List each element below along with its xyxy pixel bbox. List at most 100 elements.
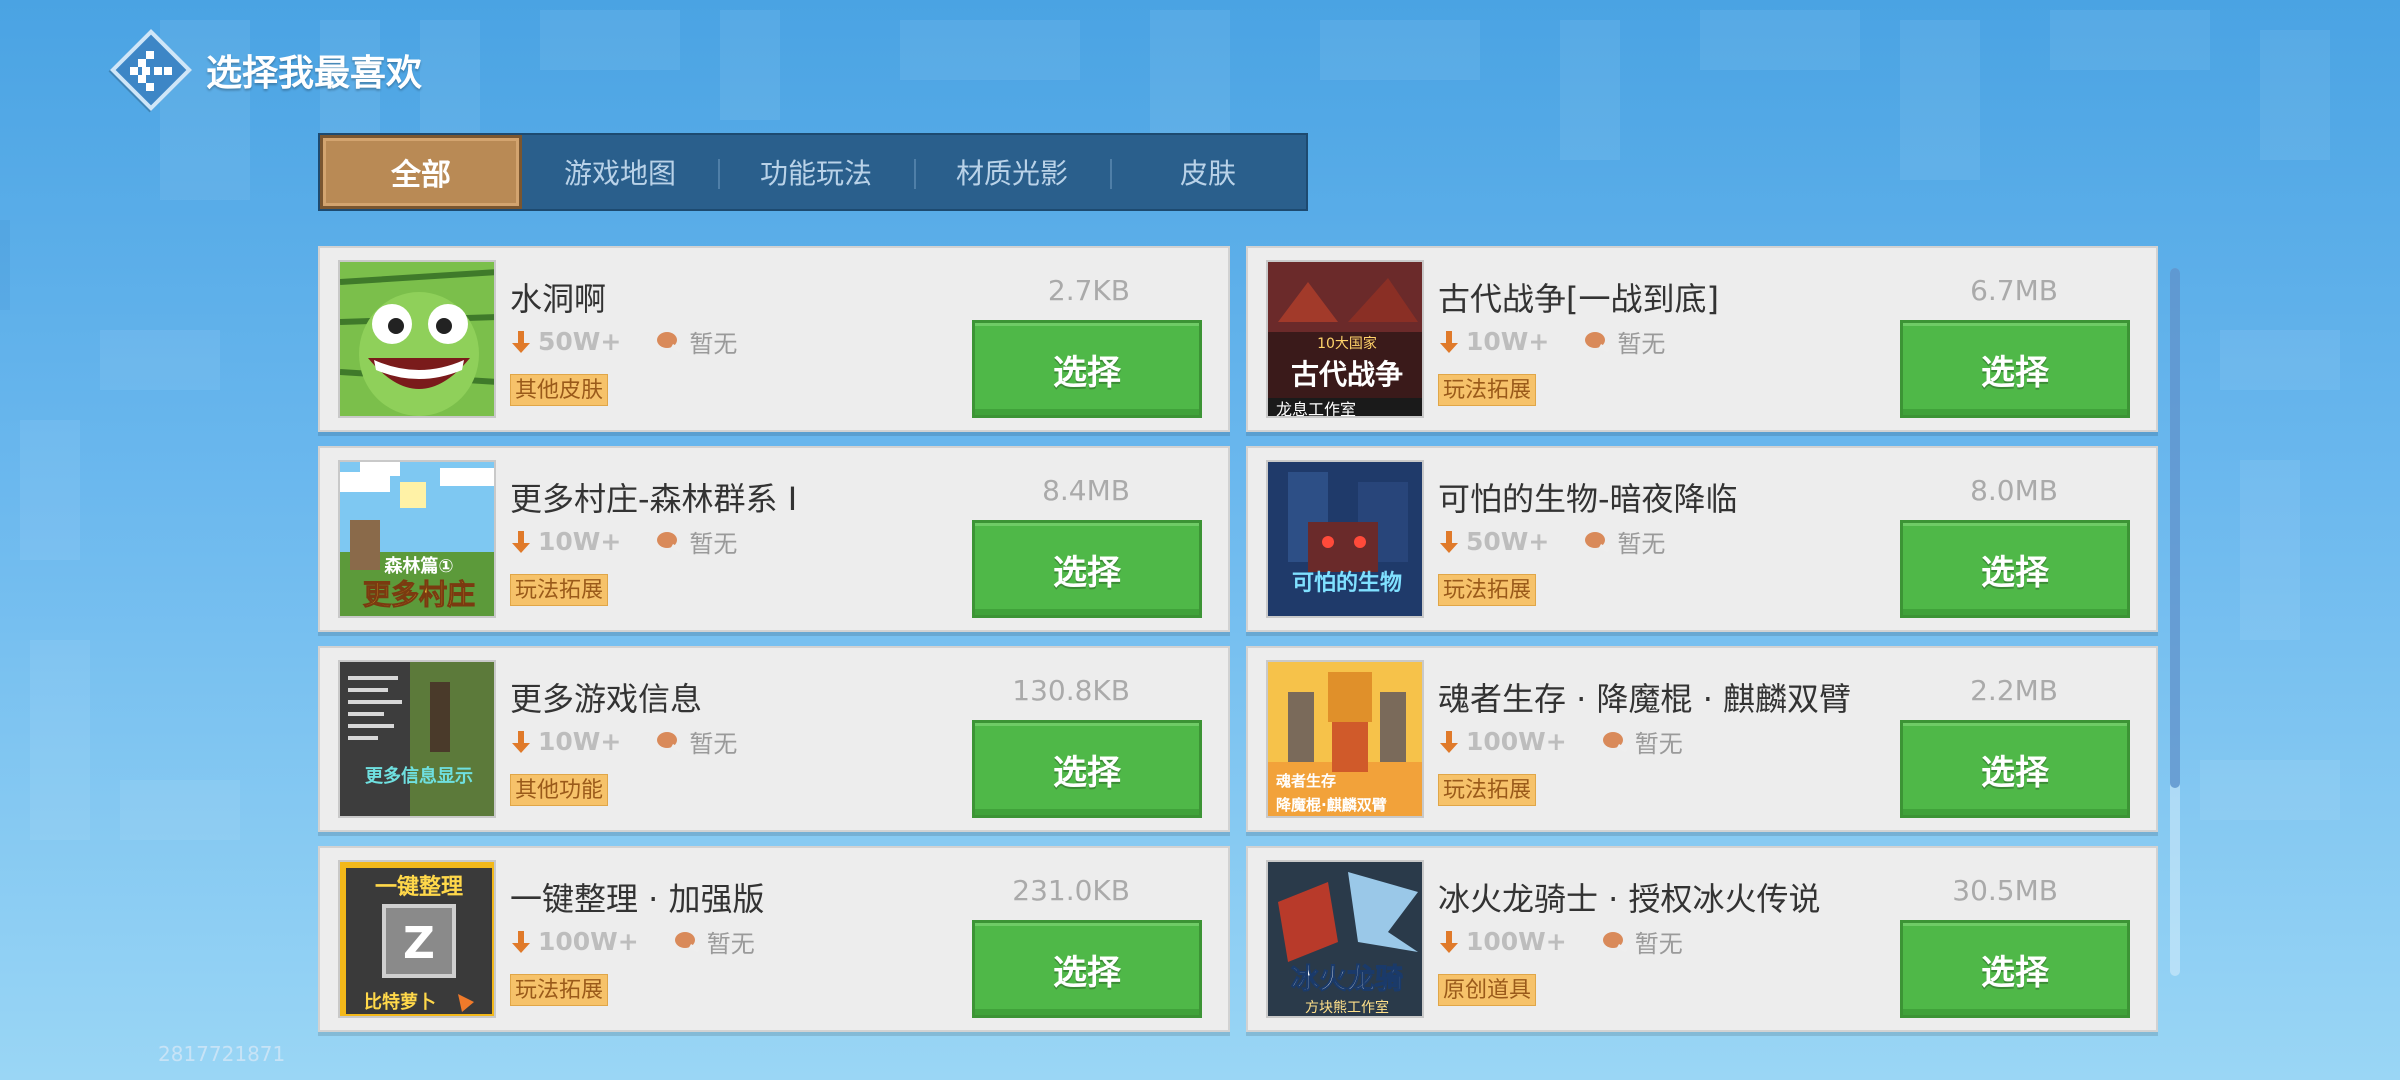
list-item[interactable]: 水洞啊 50W+ 暂无 其他皮肤 2.7KB 选择: [318, 246, 1230, 432]
drumstick-icon: [657, 731, 682, 752]
file-size: 231.0KB: [1012, 874, 1130, 907]
category-tag: 玩法拓展: [510, 974, 609, 1006]
list-item[interactable]: 魂者生存 降魔棍·麒麟双臂 魂者生存 · 降魔棍 · 麒麟双臂 100W+ 暂无…: [1246, 646, 2158, 832]
thumbnail-scary-creature: 可怕的生物: [1266, 460, 1424, 618]
category-tag: 其他皮肤: [510, 374, 609, 406]
thumb-main-text: 可怕的生物: [1292, 570, 1402, 596]
rating-text: 暂无: [689, 730, 738, 758]
thumb-main-text: 古代战争: [1291, 358, 1403, 391]
select-button[interactable]: 选择: [1900, 320, 2130, 418]
header: 选择我最喜欢: [108, 27, 423, 113]
item-title: 更多村庄-森林群系 I: [510, 480, 798, 518]
thumb-main-text: 更多村庄: [363, 578, 475, 611]
download-icon: [1440, 330, 1458, 353]
download-icon: [512, 930, 530, 953]
download-count: 10W+: [538, 527, 622, 556]
item-title: 冰火龙骑士 · 授权冰火传说: [1438, 880, 1821, 918]
back-button[interactable]: [108, 27, 194, 113]
tab-game-maps[interactable]: 游戏地图: [522, 135, 718, 209]
tab-textures-shaders[interactable]: 材质光影: [914, 135, 1110, 209]
thumbnail-monkey-king: 魂者生存 降魔棍·麒麟双臂: [1266, 660, 1424, 818]
list-item[interactable]: 一键整理 Z 比特萝卜 一键整理 · 加强版 100W+ 暂无 玩法拓展 231…: [318, 846, 1230, 1032]
category-tag: 玩法拓展: [1438, 374, 1537, 406]
item-stats: 10W+ 暂无: [1438, 324, 1665, 359]
download-count: 10W+: [538, 727, 622, 756]
back-arrow-icon: [130, 51, 172, 91]
select-button[interactable]: 选择: [1900, 920, 2130, 1018]
download-icon: [1440, 530, 1458, 553]
thumb-bottom-text: 龙息工作室: [1276, 400, 1356, 418]
rating-text: 暂无: [706, 930, 755, 958]
tab-skins[interactable]: 皮肤: [1110, 135, 1306, 209]
item-stats: 10W+ 暂无: [510, 724, 737, 759]
file-size: 130.8KB: [1012, 674, 1130, 707]
category-tag: 原创道具: [1438, 974, 1537, 1006]
drumstick-icon: [674, 931, 700, 952]
drumstick-icon: [1585, 331, 1610, 352]
download-icon: [1440, 930, 1458, 953]
thumbnail-sort-key: 一键整理 Z 比特萝卜: [338, 860, 496, 1018]
item-stats: 50W+ 暂无: [1438, 524, 1665, 559]
rating-text: 暂无: [1617, 330, 1666, 358]
download-count: 100W+: [538, 927, 639, 956]
select-button[interactable]: 选择: [1900, 720, 2130, 818]
drumstick-icon: [1602, 731, 1628, 752]
thumb-top-text: 10大国家: [1317, 335, 1377, 352]
select-button[interactable]: 选择: [972, 920, 1202, 1018]
thumb-key-text: Z: [403, 918, 435, 969]
rating-text: 暂无: [689, 330, 738, 358]
select-button[interactable]: 选择: [972, 520, 1202, 618]
list-item[interactable]: 10大国家 古代战争 龙息工作室 古代战争[一战到底] 10W+ 暂无 玩法拓展…: [1246, 246, 2158, 432]
scrollbar-thumb[interactable]: [2170, 268, 2180, 788]
item-title: 古代战争[一战到底]: [1438, 280, 1719, 318]
thumbnail-village: 森林篇① 更多村庄: [338, 460, 496, 618]
drumstick-icon: [657, 531, 682, 552]
drumstick-icon: [657, 331, 682, 352]
list-item[interactable]: 森林篇① 更多村庄 更多村庄-森林群系 I 10W+ 暂无 玩法拓展 8.4MB…: [318, 446, 1230, 632]
rating-text: 暂无: [1634, 730, 1683, 758]
item-stats: 100W+ 暂无: [1438, 724, 1683, 759]
tab-gameplay[interactable]: 功能玩法: [718, 135, 914, 209]
rating-text: 暂无: [1634, 930, 1683, 958]
thumb-main-text: 更多信息显示: [365, 765, 473, 787]
item-title: 一键整理 · 加强版: [510, 880, 765, 918]
thumbnail-game-info: 更多信息显示: [338, 660, 496, 818]
thumb-main-text: 降魔棍·麒麟双臂: [1276, 796, 1387, 814]
tab-all[interactable]: 全部: [320, 135, 522, 209]
download-icon: [512, 330, 530, 353]
download-count: 50W+: [538, 327, 622, 356]
thumb-bottom-text: 比特萝卜: [364, 991, 436, 1013]
category-tag: 其他功能: [510, 774, 609, 806]
file-size: 8.4MB: [1042, 474, 1130, 507]
list-item[interactable]: 可怕的生物 可怕的生物-暗夜降临 50W+ 暂无 玩法拓展 8.0MB 选择: [1246, 446, 2158, 632]
file-size: 6.7MB: [1970, 274, 2058, 307]
file-size: 2.7KB: [1047, 274, 1130, 307]
category-tag: 玩法拓展: [1438, 574, 1537, 606]
item-title: 水洞啊: [510, 280, 607, 318]
drumstick-icon: [1602, 931, 1628, 952]
item-stats: 50W+ 暂无: [510, 324, 737, 359]
download-icon: [512, 530, 530, 553]
item-stats: 10W+ 暂无: [510, 524, 737, 559]
select-button[interactable]: 选择: [972, 320, 1202, 418]
file-size: 2.2MB: [1970, 674, 2058, 707]
thumb-main-text: 冰火龙骑: [1291, 962, 1403, 995]
select-button[interactable]: 选择: [1900, 520, 2130, 618]
category-tabs: 全部 游戏地图 功能玩法 材质光影 皮肤: [318, 133, 1308, 211]
list-scrollbar[interactable]: [2170, 268, 2180, 976]
item-title: 更多游戏信息: [510, 680, 703, 718]
select-button[interactable]: 选择: [972, 720, 1202, 818]
thumb-bottom-text: 方块熊工作室: [1305, 999, 1389, 1016]
item-stats: 100W+ 暂无: [510, 924, 755, 959]
rating-text: 暂无: [1617, 530, 1666, 558]
item-title: 可怕的生物-暗夜降临: [1438, 480, 1738, 518]
list-item[interactable]: 更多信息显示 更多游戏信息 10W+ 暂无 其他功能 130.8KB 选择: [318, 646, 1230, 832]
item-title: 魂者生存 · 降魔棍 · 麒麟双臂: [1438, 680, 1852, 718]
drumstick-icon: [1585, 531, 1610, 552]
page-title: 选择我最喜欢: [206, 53, 423, 94]
download-count: 100W+: [1466, 727, 1567, 756]
list-item[interactable]: 冰火龙骑 方块熊工作室 冰火龙骑士 · 授权冰火传说 100W+ 暂无 原创道具…: [1246, 846, 2158, 1032]
download-count: 50W+: [1466, 527, 1550, 556]
download-count: 100W+: [1466, 927, 1567, 956]
download-icon: [1440, 730, 1458, 753]
